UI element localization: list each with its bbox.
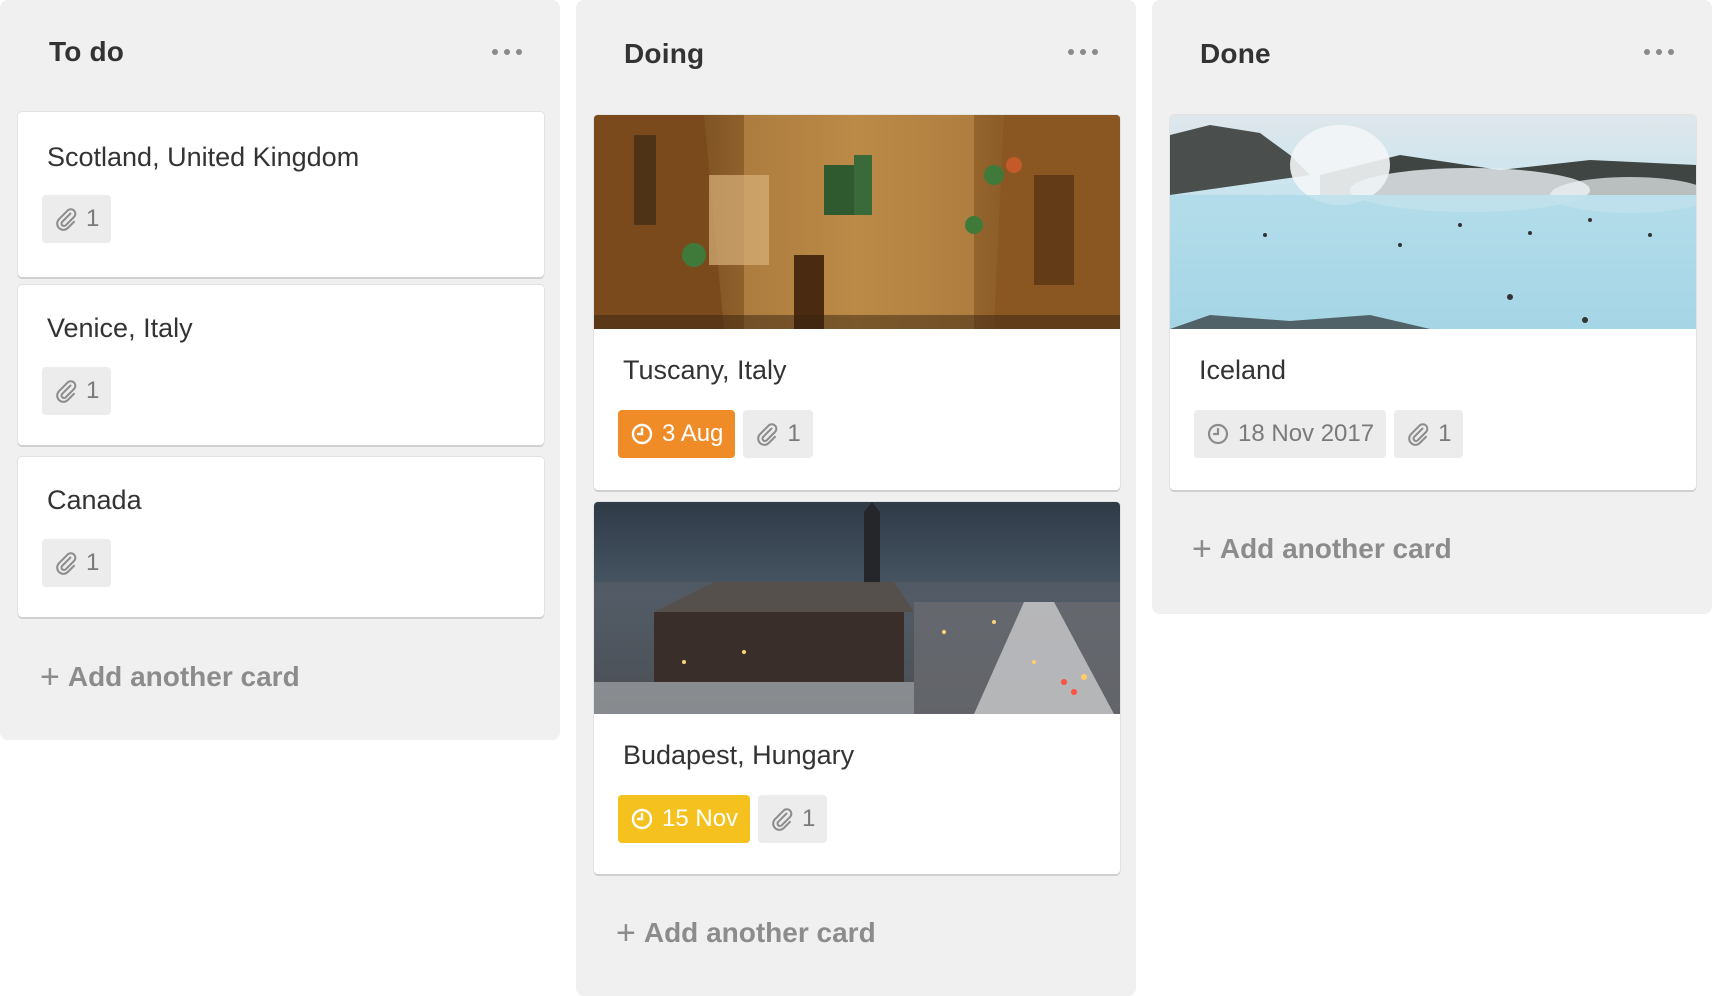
card-cover-image <box>1170 115 1696 329</box>
attachment-badge: 1 <box>42 195 112 243</box>
add-card-label: Add another card <box>1219 533 1452 564</box>
plus-icon: + <box>40 658 60 696</box>
card-budapest[interactable]: Budapest, Hungary 15 Nov 1 <box>594 502 1120 874</box>
card-title: Venice, Italy <box>47 313 193 343</box>
list-title: Doing <box>624 38 705 69</box>
ellipsis-icon <box>1068 49 1074 55</box>
paperclip-icon <box>56 552 77 575</box>
card-title: Tuscany, Italy <box>623 355 787 385</box>
list-menu-button[interactable] <box>1068 42 1098 62</box>
paperclip-icon <box>772 808 793 831</box>
add-card-button[interactable]: + Add another card <box>616 916 876 950</box>
geothermal-lagoon-photo <box>1170 115 1696 329</box>
narrow-stone-street-photo <box>594 115 1120 329</box>
clock-icon <box>631 808 653 830</box>
card-title: Iceland <box>1199 355 1287 385</box>
card-canada[interactable]: Canada 1 <box>18 457 544 617</box>
attachment-badge: 1 <box>42 367 112 415</box>
add-card-label: Add another card <box>67 661 300 692</box>
list-doing: Doing Tuscany, Italy 3 Aug 1 Budapest, H… <box>576 0 1136 996</box>
card-title: Budapest, Hungary <box>623 740 855 770</box>
plus-icon: + <box>1192 530 1212 568</box>
due-date-badge[interactable]: 3 Aug <box>618 410 736 458</box>
paperclip-icon <box>56 380 77 403</box>
attachment-count: 1 <box>86 549 100 576</box>
card-cover-image <box>594 502 1120 714</box>
paperclip-icon <box>1408 423 1429 446</box>
card-tuscany[interactable]: Tuscany, Italy 3 Aug 1 <box>594 115 1120 490</box>
list-header: Done <box>1152 0 1712 110</box>
list-menu-button[interactable] <box>1644 42 1674 62</box>
list-title: Done <box>1200 38 1271 69</box>
attachment-badge: 1 <box>743 410 813 458</box>
clock-icon <box>631 423 653 445</box>
due-date: 3 Aug <box>662 420 724 447</box>
clock-icon <box>1207 423 1229 445</box>
paperclip-icon <box>56 208 77 231</box>
ellipsis-icon <box>1644 49 1650 55</box>
due-date-badge[interactable]: 15 Nov <box>618 795 751 843</box>
attachment-count: 1 <box>1438 420 1452 447</box>
due-date-badge[interactable]: 18 Nov 2017 <box>1194 410 1387 458</box>
card-cover-image <box>594 115 1120 329</box>
attachment-count: 1 <box>86 205 100 232</box>
card-iceland[interactable]: Iceland 18 Nov 2017 1 <box>1170 115 1696 490</box>
card-title: Scotland, United Kingdom <box>47 142 360 172</box>
card-scotland[interactable]: Scotland, United Kingdom 1 <box>18 112 544 277</box>
due-date: 18 Nov 2017 <box>1238 420 1375 447</box>
paperclip-icon <box>757 423 778 446</box>
list-done: Done Iceland 18 Nov 2017 1 + Add another… <box>1152 0 1712 614</box>
list-menu-button[interactable] <box>492 42 522 62</box>
attachment-badge: 1 <box>1394 410 1464 458</box>
add-card-button[interactable]: + Add another card <box>40 660 300 694</box>
snowy-city-night-photo <box>594 502 1120 714</box>
list-title: To do <box>49 36 125 67</box>
attachment-badge: 1 <box>42 539 112 587</box>
list-header: Doing <box>576 0 1136 110</box>
list-header: To do <box>0 0 560 110</box>
attachment-count: 1 <box>787 420 801 447</box>
list-todo: To do Scotland, United Kingdom 1 Venice,… <box>0 0 560 740</box>
attachment-count: 1 <box>86 377 100 404</box>
add-card-button[interactable]: + Add another card <box>1192 532 1452 566</box>
add-card-label: Add another card <box>643 917 876 948</box>
card-title: Canada <box>47 485 142 515</box>
attachment-count: 1 <box>802 805 816 832</box>
card-venice[interactable]: Venice, Italy 1 <box>18 285 544 445</box>
due-date: 15 Nov <box>662 805 739 832</box>
plus-icon: + <box>616 914 636 952</box>
attachment-badge: 1 <box>758 795 828 843</box>
ellipsis-icon <box>492 49 498 55</box>
